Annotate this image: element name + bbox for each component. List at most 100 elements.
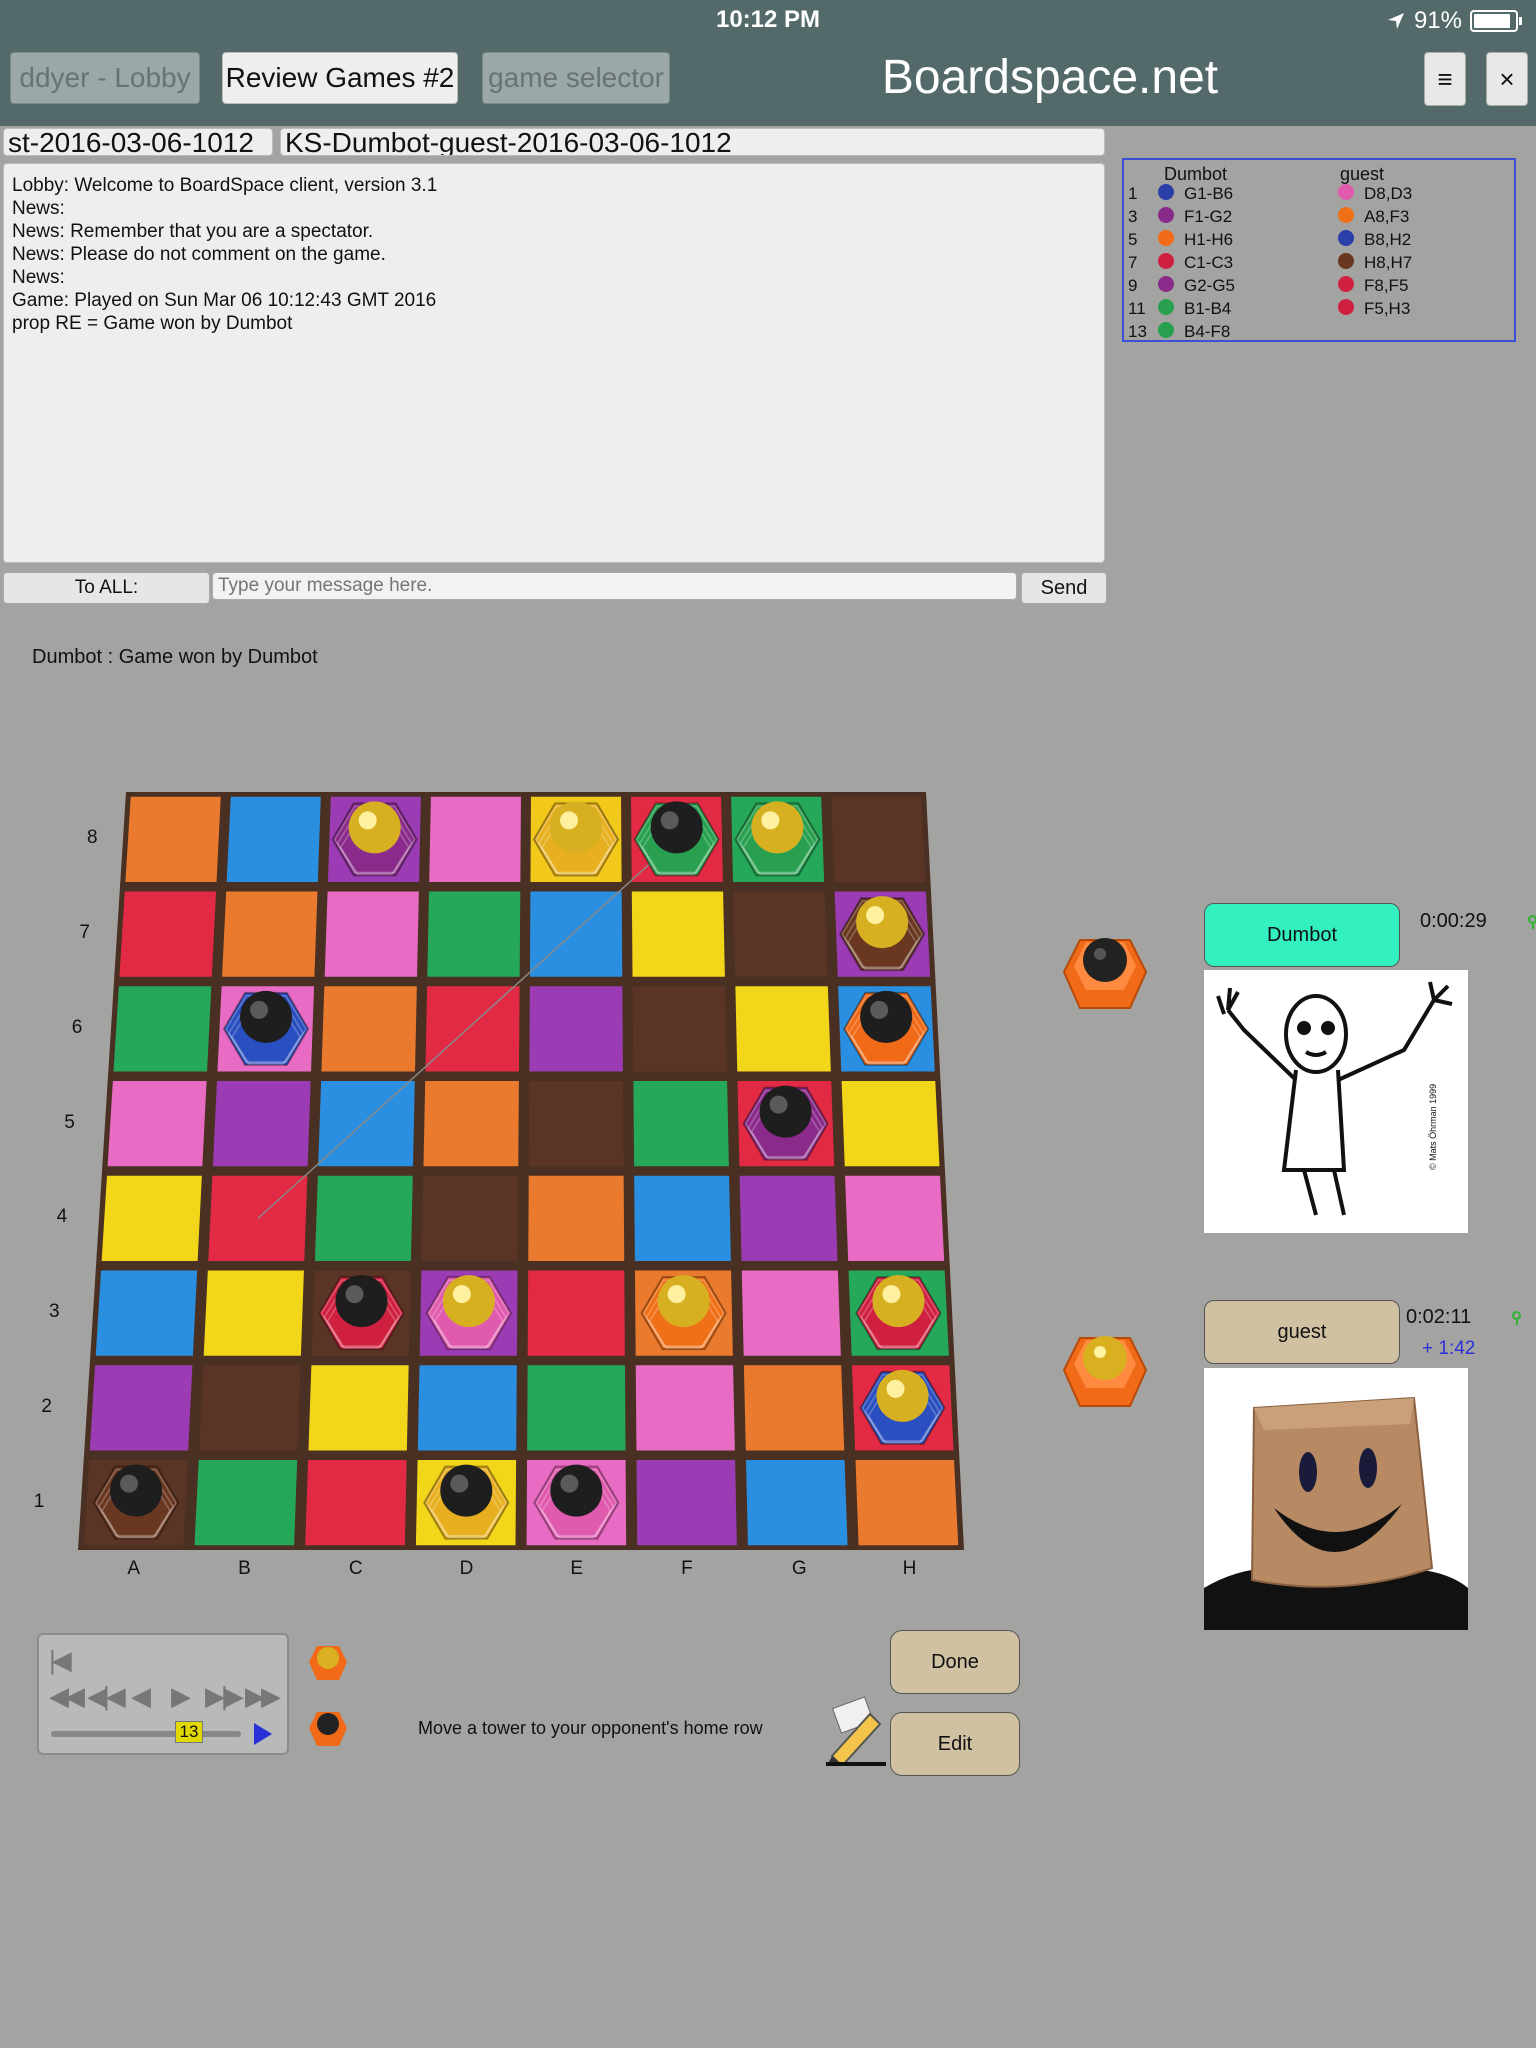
board-square-h1[interactable] <box>855 1459 959 1546</box>
move-log-row[interactable]: 13 B4-F8 <box>1124 322 1514 345</box>
reserve-piece[interactable] <box>1062 920 1148 1016</box>
board-square-e5[interactable] <box>528 1080 624 1167</box>
board-square-d8[interactable] <box>429 796 521 883</box>
move-number-cell: 9 <box>1128 276 1138 295</box>
to-all-button[interactable]: To ALL: <box>3 572 210 604</box>
board-square-f7[interactable] <box>631 891 725 977</box>
board-square-e6[interactable] <box>529 986 623 1072</box>
board-square-h4[interactable] <box>845 1175 945 1262</box>
move-log-row[interactable]: 9 G2-G5 F8,F5 <box>1124 276 1514 299</box>
lobby-button[interactable]: ddyer - Lobby <box>10 52 200 104</box>
board-square-a2[interactable] <box>89 1365 193 1451</box>
move-piece-icon <box>1338 184 1354 200</box>
board-square-g2[interactable] <box>743 1365 845 1451</box>
board-square-c1[interactable] <box>305 1459 407 1546</box>
chat-line: prop RE = Game won by Dumbot <box>12 313 293 334</box>
play-icon[interactable] <box>254 1723 272 1745</box>
player1-button[interactable]: Dumbot <box>1204 903 1400 967</box>
move-log-row[interactable]: 7 C1-C3 H8,H7 <box>1124 253 1514 276</box>
board-square-f5[interactable] <box>633 1080 729 1167</box>
move-log-row[interactable]: 1 G1-B6 D8,D3 <box>1124 184 1514 207</box>
board-square-b2[interactable] <box>199 1365 301 1451</box>
board-square-d2[interactable] <box>417 1365 517 1451</box>
board-square-b1[interactable] <box>194 1459 298 1546</box>
move-log[interactable]: Dumbot guest 1 G1-B6 D8,D3 3 F1-G2 A8,F3 5 H1-H… <box>1122 158 1516 342</box>
board-square-a5[interactable] <box>107 1080 207 1167</box>
board-square-d6[interactable] <box>425 986 520 1072</box>
board-square-g4[interactable] <box>739 1175 838 1262</box>
board-square-b4[interactable] <box>208 1175 308 1262</box>
player1-move-cell: G1-B6 <box>1184 184 1234 203</box>
board-square-e2[interactable] <box>527 1365 626 1451</box>
board-square-a4[interactable] <box>101 1175 202 1262</box>
board-square-b3[interactable] <box>203 1270 304 1356</box>
chat-line: Lobby: Welcome to BoardSpace client, ver… <box>12 175 438 196</box>
board-square-f4[interactable] <box>634 1175 731 1262</box>
board-square-e4[interactable] <box>528 1175 625 1262</box>
board-square-e3[interactable] <box>527 1270 625 1356</box>
board-square-d4[interactable] <box>421 1175 519 1262</box>
board-square-c2[interactable] <box>308 1365 409 1451</box>
review-games-button[interactable]: Review Games #2 <box>222 52 458 104</box>
back-fast-icon[interactable]: ◀◀ <box>49 1681 85 1712</box>
board-square-f1[interactable] <box>636 1459 737 1546</box>
board-square-d5[interactable] <box>423 1080 519 1167</box>
board-square-c7[interactable] <box>324 891 419 977</box>
board-square-a6[interactable] <box>113 986 212 1072</box>
board-square-g6[interactable] <box>735 986 831 1072</box>
board-square-e7[interactable] <box>529 891 623 977</box>
board-square-b8[interactable] <box>226 796 321 883</box>
back-move-icon[interactable]: ◀|◀ <box>87 1681 126 1712</box>
step-forward-icon[interactable]: ▶ <box>171 1681 191 1712</box>
board-square-c6[interactable] <box>321 986 417 1072</box>
board-square-f6[interactable] <box>632 986 727 1072</box>
done-button[interactable]: Done <box>890 1630 1020 1694</box>
message-input[interactable] <box>212 572 1017 600</box>
player2-move-cell: A8,F3 <box>1364 207 1410 226</box>
file-label: E <box>570 1558 584 1579</box>
board-square-g1[interactable] <box>746 1459 848 1546</box>
move-number-cell: 1 <box>1128 184 1138 203</box>
board-square-a7[interactable] <box>119 891 217 977</box>
move-number-cell: 7 <box>1128 253 1138 272</box>
tab-game-short[interactable]: st-2016-03-06-1012 <box>3 128 273 156</box>
board-square-b5[interactable] <box>212 1080 311 1167</box>
board-square-c5[interactable] <box>318 1080 415 1167</box>
location-arrow-icon <box>1387 13 1404 29</box>
board-square-f2[interactable] <box>635 1365 735 1451</box>
board-square-h5[interactable] <box>841 1080 940 1167</box>
reserve-piece[interactable] <box>1062 1318 1148 1414</box>
forward-move-icon[interactable]: ▶|▶ <box>205 1681 244 1712</box>
board-square-a8[interactable] <box>125 796 221 883</box>
game-board[interactable] <box>60 780 980 1560</box>
board-square-g3[interactable] <box>741 1270 841 1356</box>
player2-avatar <box>1204 1368 1468 1630</box>
rewind-start-icon[interactable]: |◀ <box>49 1645 72 1676</box>
move-log-row[interactable]: 3 F1-G2 A8,F3 <box>1124 207 1514 230</box>
move-log-row[interactable]: 11 B1-B4 F5,H3 <box>1124 299 1514 322</box>
rank-label: 7 <box>79 922 90 944</box>
game-selector-button[interactable]: game selector <box>482 52 670 104</box>
chat-log[interactable]: Lobby: Welcome to BoardSpace client, ver… <box>3 163 1105 563</box>
edit-button[interactable]: Edit <box>890 1712 1020 1776</box>
board-square-d7[interactable] <box>427 891 521 977</box>
step-back-icon[interactable]: ◀ <box>131 1681 151 1712</box>
pencil-icon[interactable] <box>826 1696 886 1766</box>
move-log-row[interactable]: 5 H1-H6 B8,H2 <box>1124 230 1514 253</box>
status-bar: 10:12 PM 91% <box>0 0 1536 40</box>
status-indicators: 91% <box>1386 7 1522 35</box>
board-square-a3[interactable] <box>95 1270 198 1356</box>
move-slider[interactable] <box>51 1731 241 1737</box>
board-square-h8[interactable] <box>831 796 926 883</box>
player1-move-cell: H1-H6 <box>1184 230 1234 249</box>
board-square-b7[interactable] <box>222 891 318 977</box>
close-icon[interactable]: × <box>1486 52 1528 106</box>
board-square-g7[interactable] <box>733 891 828 977</box>
menu-icon[interactable]: ≡ <box>1424 52 1466 106</box>
player2-button[interactable]: guest <box>1204 1300 1400 1364</box>
tab-game-full[interactable]: KS-Dumbot-guest-2016-03-06-1012 <box>280 128 1105 156</box>
forward-fast-icon[interactable]: ▶▶ <box>245 1681 281 1712</box>
send-button[interactable]: Send <box>1021 572 1107 604</box>
player2-move-cell: B8,H2 <box>1364 230 1412 249</box>
board-square-c4[interactable] <box>314 1175 413 1262</box>
